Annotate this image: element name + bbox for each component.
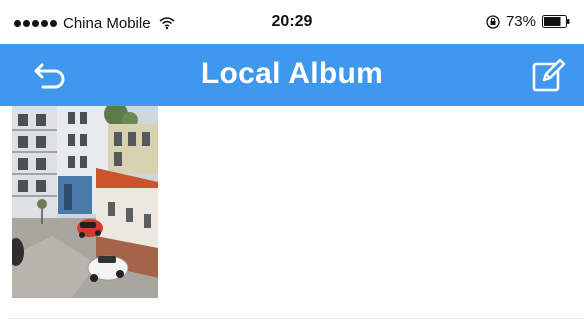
status-bar: China Mobile 20:29 73% [0,0,584,44]
divider [8,318,584,319]
edit-button[interactable] [530,57,568,93]
battery-icon [542,15,570,28]
edit-icon [532,58,566,92]
status-right: 73% [486,13,570,30]
photo-image [12,106,158,298]
page-title: Local Album [200,57,384,90]
nav-bar: Local Album [0,44,584,106]
battery-percent: 73% [505,13,536,30]
album-grid [0,106,584,323]
photo-thumbnail[interactable] [12,106,158,298]
rotation-lock-icon [486,14,500,29]
